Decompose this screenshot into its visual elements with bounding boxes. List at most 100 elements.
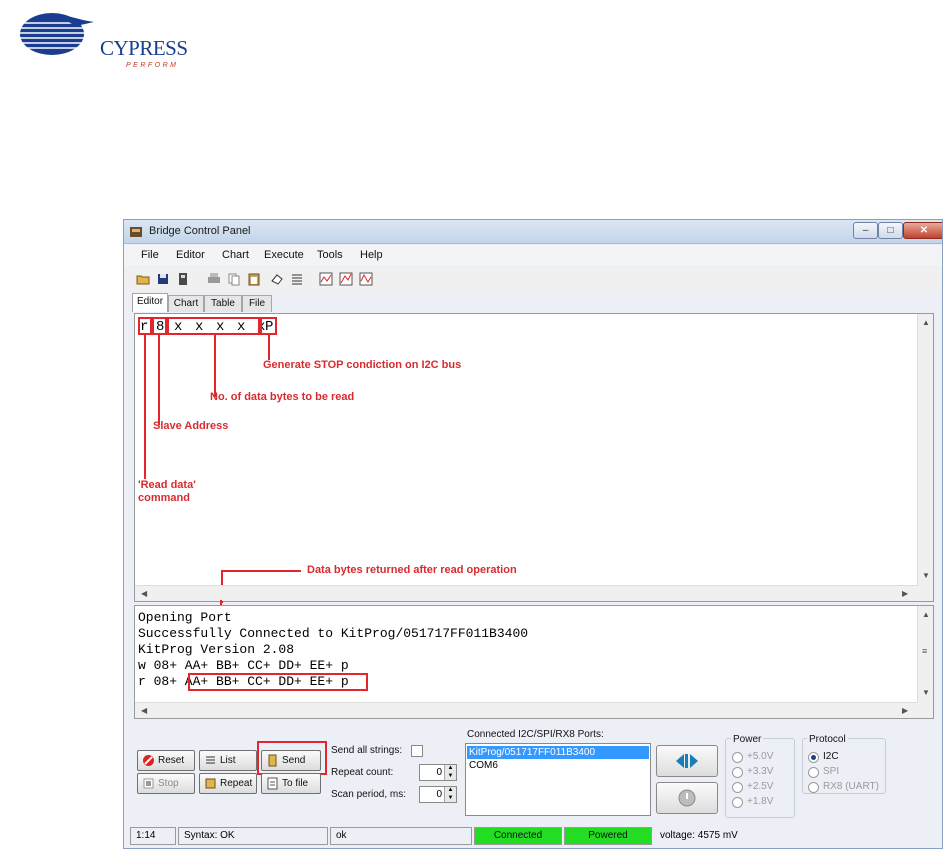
chart-icon[interactable] — [319, 272, 333, 286]
address-annotation: Slave Address — [153, 420, 229, 432]
repeat-button[interactable]: Repeat — [199, 773, 257, 794]
scroll-down-icon[interactable]: ▼ — [922, 688, 930, 697]
menu-help[interactable]: Help — [360, 249, 383, 261]
close-button[interactable]: ✕ — [903, 222, 942, 239]
data-count-highlight — [167, 317, 260, 335]
list-icon[interactable] — [290, 272, 304, 286]
scroll-right-icon[interactable]: ▶ — [902, 589, 908, 598]
reset-label: Reset — [158, 755, 185, 766]
list-label: List — [220, 755, 236, 766]
send-all-strings-checkbox[interactable] — [411, 745, 423, 757]
tab-table[interactable]: Table — [204, 295, 242, 312]
output-log[interactable]: Opening Port Successfully Connected to K… — [134, 605, 934, 719]
chart-export-icon[interactable] — [359, 272, 373, 286]
editor-vertical-scrollbar[interactable]: ▲ ▼ — [917, 314, 933, 601]
protocol-spi-radio[interactable] — [808, 767, 819, 778]
read-cmd-annotation-line1: 'Read data' — [138, 479, 196, 491]
stepper-down-icon[interactable]: ▼ — [444, 772, 456, 780]
connected-status: Connected — [474, 827, 562, 845]
maximize-button[interactable]: □ — [878, 222, 903, 239]
repeat-count-stepper[interactable]: 0 ▲ ▼ — [419, 764, 457, 781]
stepper-up-icon[interactable]: ▲ — [444, 787, 456, 794]
protocol-rx8-radio[interactable] — [808, 782, 819, 793]
scroll-thumb-icon[interactable]: ≡ — [922, 646, 927, 656]
read-cmd-highlight — [138, 317, 152, 335]
stop-icon — [143, 778, 154, 789]
stop-leader-line — [268, 335, 270, 360]
stepper-up-icon[interactable]: ▲ — [444, 765, 456, 772]
menu-file[interactable]: File — [141, 249, 159, 261]
ports-list[interactable]: KitProg/051717FF011B3400 COM6 — [465, 743, 651, 816]
log-vertical-scrollbar[interactable]: ▲ ≡ ▼ — [917, 606, 933, 718]
stop-annotation: Generate STOP condiction on I2C bus — [263, 359, 462, 371]
voltage-status: voltage: 4575 mV — [654, 827, 936, 845]
cypress-logo: CYPRESS PERFORM — [18, 10, 188, 72]
editor-horizontal-scrollbar[interactable]: ◀ ▶ — [135, 585, 918, 601]
scroll-up-icon[interactable]: ▲ — [922, 318, 930, 327]
reset-button[interactable]: Reset — [137, 750, 195, 771]
status-bar: 1:14 Syntax: OK ok Connected Powered vol… — [124, 823, 942, 848]
paste-icon[interactable] — [247, 272, 261, 286]
list-icon — [206, 756, 215, 764]
list-button[interactable]: List — [199, 750, 257, 771]
power-title: Power — [731, 734, 764, 745]
power-3v3-radio[interactable] — [732, 767, 743, 778]
save-icon[interactable] — [156, 272, 170, 286]
scan-period-stepper[interactable]: 0 ▲ ▼ — [419, 786, 457, 803]
stop-button[interactable]: Stop — [137, 773, 195, 794]
save-all-icon[interactable] — [176, 272, 190, 286]
clear-icon[interactable] — [270, 272, 284, 286]
address-leader-line — [158, 335, 160, 425]
tab-editor[interactable]: Editor — [132, 293, 168, 312]
title-bar: Bridge Control Panel – □ ✕ — [124, 220, 942, 244]
address-highlight — [152, 317, 167, 335]
power-2v5-radio[interactable] — [732, 782, 743, 793]
protocol-i2c-radio[interactable] — [808, 752, 819, 763]
repeat-icon — [205, 778, 216, 789]
to-file-icon — [267, 777, 278, 790]
connect-toggle-button[interactable] — [656, 745, 718, 777]
send-all-strings-label: Send all strings: — [331, 745, 403, 756]
scroll-down-icon[interactable]: ▼ — [922, 571, 930, 580]
power-1v8-label: +1.8V — [747, 796, 774, 807]
port-item[interactable]: COM6 — [467, 759, 649, 772]
power-3v3-label: +3.3V — [747, 766, 774, 777]
power-1v8-radio[interactable] — [732, 797, 743, 808]
repeat-count-label: Repeat count: — [331, 767, 394, 778]
message-status: ok — [330, 827, 472, 845]
editor-pane[interactable]: r 8 x x x x x P Generate STOP condiction… — [134, 313, 934, 603]
menu-execute[interactable]: Execute — [264, 249, 304, 261]
power-5v-radio[interactable] — [732, 752, 743, 763]
scroll-up-icon[interactable]: ▲ — [922, 610, 930, 619]
tab-strip: Editor Chart Table File — [124, 292, 942, 312]
returned-annotation: Data bytes returned after read operation — [307, 564, 517, 576]
print-icon[interactable] — [207, 272, 221, 286]
menu-tools[interactable]: Tools — [317, 249, 343, 261]
power-2v5-label: +2.5V — [747, 781, 774, 792]
log-horizontal-scrollbar[interactable]: ◀ ▶ — [135, 702, 918, 718]
stepper-down-icon[interactable]: ▼ — [444, 794, 456, 802]
scroll-left-icon[interactable]: ◀ — [141, 706, 147, 715]
chart-settings-icon[interactable] — [339, 272, 353, 286]
tab-file[interactable]: File — [242, 295, 272, 312]
copy-icon[interactable] — [227, 272, 241, 286]
menu-chart[interactable]: Chart — [222, 249, 249, 261]
protocol-i2c-label: I2C — [823, 751, 839, 762]
tab-chart[interactable]: Chart — [168, 295, 204, 312]
scroll-left-icon[interactable]: ◀ — [141, 589, 147, 598]
app-icon — [130, 227, 142, 237]
log-line: KitProg Version 2.08 — [138, 642, 295, 657]
scan-period-label: Scan period, ms: — [331, 789, 407, 800]
count-leader-line — [214, 335, 216, 397]
power-icon — [678, 789, 696, 807]
port-item[interactable]: KitProg/051717FF011B3400 — [467, 746, 649, 759]
minimize-button[interactable]: – — [853, 222, 878, 239]
stop-highlight — [260, 317, 277, 335]
open-icon[interactable] — [136, 272, 150, 286]
to-file-button[interactable]: To file — [261, 773, 321, 794]
power-button[interactable] — [656, 782, 718, 814]
connect-arrows-icon — [676, 754, 698, 768]
scroll-right-icon[interactable]: ▶ — [902, 706, 908, 715]
to-file-label: To file — [282, 778, 309, 789]
menu-editor[interactable]: Editor — [176, 249, 205, 261]
